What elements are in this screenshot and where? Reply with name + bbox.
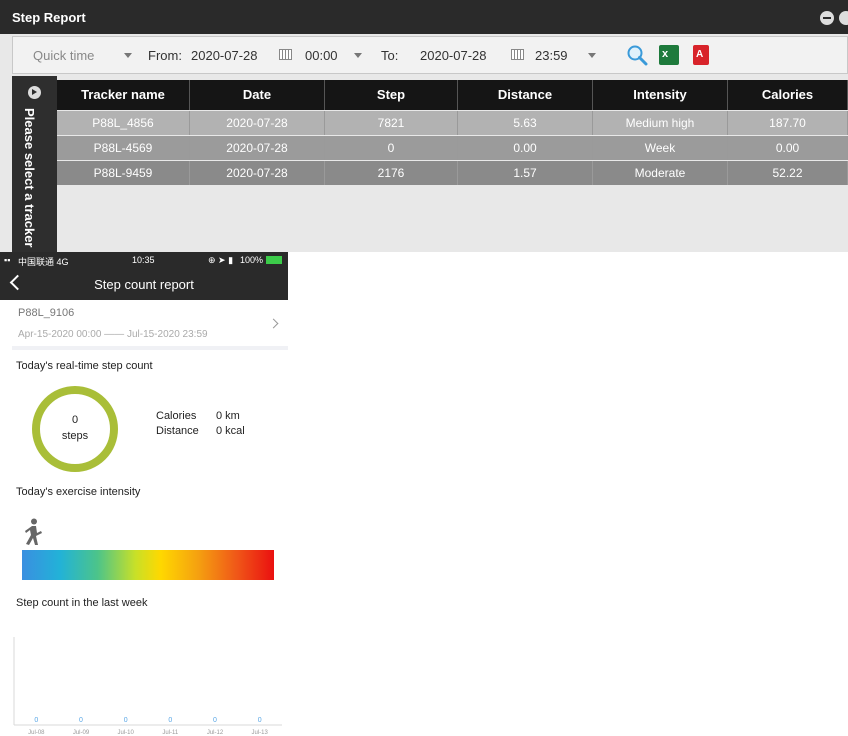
column-header-date[interactable]: Date	[190, 80, 325, 110]
chart-value-label: 0	[124, 717, 128, 724]
pdf-glyph: A	[696, 49, 704, 60]
cell-step: 0	[325, 136, 458, 160]
status-icons: ⊕ ➤ ▮	[208, 255, 234, 265]
tracker-name[interactable]: P88L_9106	[18, 307, 74, 319]
calories-label: Calories	[156, 410, 197, 422]
window-title: Step Report	[12, 10, 86, 25]
chart-tick-label: Jul-10	[117, 730, 134, 736]
cell-date: 2020-07-28	[190, 136, 325, 160]
column-header-calories[interactable]: Calories	[728, 80, 848, 110]
pdf-export-icon[interactable]: A	[693, 45, 709, 65]
calendar-icon[interactable]	[279, 49, 292, 60]
nav-title: Step count report	[94, 277, 194, 292]
from-date-value: 2020-07-28	[191, 48, 258, 63]
chevron-down-icon	[124, 53, 132, 58]
quick-time-value: Quick time	[33, 48, 95, 63]
chevron-down-icon	[354, 53, 362, 58]
chevron-right-icon[interactable]	[268, 318, 279, 329]
cell-calories: 52.22	[728, 161, 848, 185]
realtime-section-title: Today's real-time step count	[16, 360, 153, 372]
cell-step: 7821	[325, 111, 458, 135]
walking-person-icon	[25, 518, 42, 545]
cell-date: 2020-07-28	[190, 161, 325, 185]
table-row[interactable]: P88L-9459 2020-07-28 2176 1.57 Moderate …	[57, 161, 848, 185]
cell-step: 2176	[325, 161, 458, 185]
cell-calories: 187.70	[728, 111, 848, 135]
to-time-value: 23:59	[535, 48, 568, 63]
from-time-select[interactable]: 00:00	[301, 42, 371, 68]
chart-tick-label: Jul-11	[162, 730, 179, 736]
steps-value: 0	[71, 414, 79, 426]
status-bar: ▪▪ 中国联通 4G 10:35 ⊕ ➤ ▮ 100%	[0, 252, 288, 268]
distance-value: 0 kcal	[216, 425, 245, 437]
tracker-sidebar-collapsed[interactable]: Please select a tracker	[12, 76, 57, 252]
calendar-icon[interactable]	[511, 49, 524, 60]
chart-value-label: 0	[79, 717, 83, 724]
minimize-icon[interactable]	[820, 11, 834, 25]
carrier-text: 中国联通 4G	[18, 257, 69, 267]
close-icon[interactable]	[839, 11, 848, 25]
mobile-navbar: Step count report	[0, 268, 288, 300]
chart-tick-label: Jul-13	[251, 730, 268, 736]
status-time: 10:35	[132, 255, 155, 265]
cell-tracker-name: P88L-4569	[57, 136, 190, 160]
date-range[interactable]: Apr-15-2020 00:00 —— Jul-15-2020 23:59	[18, 329, 208, 340]
quick-time-select[interactable]: Quick time	[27, 42, 149, 68]
filter-toolbar: Quick time From: 2020-07-28 00:00 To: 20…	[12, 36, 848, 74]
distance-label: Distance	[156, 425, 199, 437]
chart-tick-label: Jul-12	[207, 730, 224, 736]
chart-value-label: 0	[258, 717, 262, 724]
cell-intensity: Moderate	[593, 161, 728, 185]
expand-sidebar-icon[interactable]	[28, 86, 41, 99]
intensity-gradient-bar	[22, 550, 274, 580]
column-header-intensity[interactable]: Intensity	[593, 80, 728, 110]
step-report-table: Tracker name Date Step Distance Intensit…	[57, 80, 848, 185]
cell-intensity: Medium high	[593, 111, 728, 135]
window-titlebar: Step Report	[0, 0, 848, 34]
chevron-down-icon	[588, 53, 596, 58]
excel-glyph: x	[662, 48, 669, 60]
cell-distance: 5.63	[458, 111, 593, 135]
to-date-value: 2020-07-28	[420, 48, 487, 63]
chart-tick-label: Jul-08	[28, 730, 45, 736]
chart-value-label: 0	[34, 717, 38, 724]
cell-calories: 0.00	[728, 136, 848, 160]
cell-distance: 0.00	[458, 136, 593, 160]
battery-text: 100%	[240, 255, 264, 265]
column-header-tracker-name[interactable]: Tracker name	[57, 80, 190, 110]
column-header-step[interactable]: Step	[325, 80, 458, 110]
chart-value-label: 0	[168, 717, 172, 724]
step-report-window: Step Report Quick time From: 2020-07-28 …	[0, 0, 848, 252]
from-label: From:	[148, 48, 182, 63]
intensity-section-title: Today's exercise intensity	[16, 486, 141, 498]
to-time-select[interactable]: 23:59	[531, 42, 603, 68]
sidebar-vertical-label: Please select a tracker	[22, 108, 37, 248]
step-count-ring: 0 steps	[32, 386, 118, 472]
cell-date: 2020-07-28	[190, 111, 325, 135]
table-row[interactable]: P88L-4569 2020-07-28 0 0.00 Week 0.00	[57, 136, 848, 160]
from-date-field[interactable]: 2020-07-28	[187, 42, 305, 68]
chart-value-label: 0	[213, 717, 217, 724]
column-header-distance[interactable]: Distance	[458, 80, 593, 110]
cell-distance: 1.57	[458, 161, 593, 185]
battery-icon	[266, 256, 282, 264]
section-divider	[12, 346, 288, 350]
to-label: To:	[381, 48, 399, 63]
mobile-step-report-screen: ▪▪ 中国联通 4G 10:35 ⊕ ➤ ▮ 100% Step count r…	[0, 252, 288, 736]
weekly-section-title: Step count in the last week	[16, 597, 148, 609]
cell-intensity: Week	[593, 136, 728, 160]
table-header: Tracker name Date Step Distance Intensit…	[57, 80, 848, 110]
search-icon[interactable]	[626, 44, 648, 66]
cell-tracker-name: P88L_4856	[57, 111, 190, 135]
steps-unit: steps	[61, 430, 89, 442]
calories-value: 0 km	[216, 410, 240, 422]
signal-icon: ▪▪	[4, 255, 11, 265]
excel-export-icon[interactable]: x	[659, 45, 679, 65]
table-row[interactable]: P88L_4856 2020-07-28 7821 5.63 Medium hi…	[57, 111, 848, 135]
from-time-value: 00:00	[305, 48, 338, 63]
to-date-field[interactable]: 2020-07-28	[416, 42, 532, 68]
chart-tick-label: Jul-09	[73, 730, 90, 736]
cell-tracker-name: P88L-9459	[57, 161, 190, 185]
weekly-step-chart: 0 Jul-08 0 Jul-09 0 Jul-10 0 Jul-11 0 Jul-12 0 Jul-…	[13, 637, 282, 736]
